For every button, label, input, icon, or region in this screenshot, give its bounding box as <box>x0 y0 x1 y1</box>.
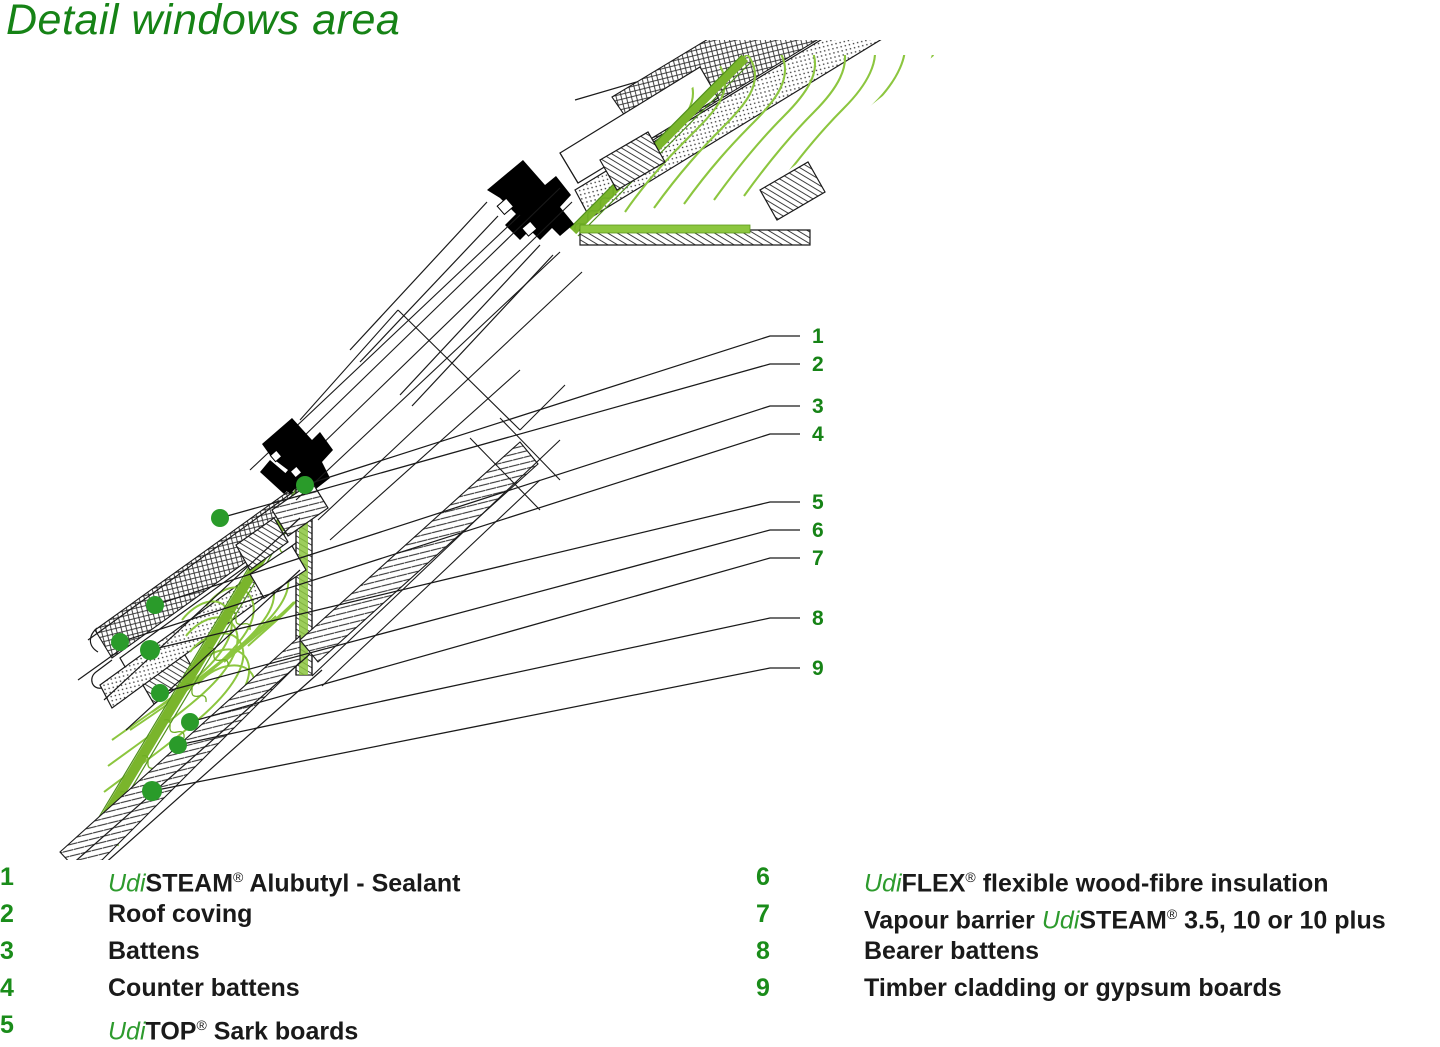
legend-label-8: Bearer battens <box>864 937 1040 965</box>
label-rest: Alubutyl - Sealant <box>243 869 461 898</box>
registered-mark: ® <box>233 869 244 885</box>
legend-item-5: 5 UdiTOP® Sark boards <box>0 1010 359 1046</box>
registered-mark: ® <box>1166 906 1178 922</box>
brand-rest: STEAM <box>145 869 234 898</box>
roof-detail-diagram: 1 2 3 4 5 6 7 8 9 <box>0 0 960 883</box>
registered-mark: ® <box>965 869 976 885</box>
legend-column-right: 6 UdiFLEX® flexible wood-fibre insulatio… <box>756 862 1440 1010</box>
roof-cross-section-drawing <box>59 0 947 883</box>
label-rest: Sark boards <box>206 1017 359 1046</box>
legend-item-6: 6 UdiFLEX® flexible wood-fibre insulatio… <box>756 862 1329 898</box>
brand-prefix: Udi <box>1041 906 1080 935</box>
registered-mark: ® <box>196 1017 207 1033</box>
legend-column-left: 1 UdiSTEAM® Alubutyl - Sealant 2 Roof co… <box>0 862 730 1047</box>
legend-label-2: Roof coving <box>108 900 253 928</box>
legend-label-9: Timber cladding or gypsum boards <box>864 974 1282 1002</box>
legend-label-6: UdiFLEX® flexible wood-fibre insulation <box>864 862 1329 898</box>
brand-prefix: Udi <box>108 869 146 898</box>
legend-label-4: Counter battens <box>108 974 300 1002</box>
legend-item-8: 8 Bearer battens <box>756 937 1040 965</box>
legend-label-5: UdiTOP® Sark boards <box>108 1010 358 1046</box>
legend: 1 UdiSTEAM® Alubutyl - Sealant 2 Roof co… <box>0 862 1440 1047</box>
brand-rest: STEAM <box>1079 906 1167 935</box>
brand-rest: FLEX <box>901 869 966 898</box>
legend-item-7: 7 Vapour barrier UdiSTEAM® 3.5, 10 or 10… <box>756 899 1386 935</box>
label-pre: Vapour barrier <box>864 906 1042 935</box>
legend-label-3: Battens <box>108 937 200 965</box>
legend-item-1: 1 UdiSTEAM® Alubutyl - Sealant <box>0 862 461 898</box>
brand-prefix: Udi <box>108 1017 146 1046</box>
legend-label-7: Vapour barrier UdiSTEAM® 3.5, 10 or 10 p… <box>864 899 1386 935</box>
label-rest: flexible wood-fibre insulation <box>975 869 1329 898</box>
legend-label-1: UdiSTEAM® Alubutyl - Sealant <box>108 862 461 898</box>
brand-prefix: Udi <box>864 869 902 898</box>
legend-item-9: 9 Timber cladding or gypsum boards <box>756 974 1282 1002</box>
legend-item-2: 2 Roof coving <box>0 900 253 928</box>
label-rest: 3.5, 10 or 10 plus <box>1177 906 1386 935</box>
brand-rest: TOP <box>145 1017 197 1046</box>
legend-item-3: 3 Battens <box>0 937 200 965</box>
page-title: Detail windows area <box>6 0 401 44</box>
legend-item-4: 4 Counter battens <box>0 974 300 1002</box>
